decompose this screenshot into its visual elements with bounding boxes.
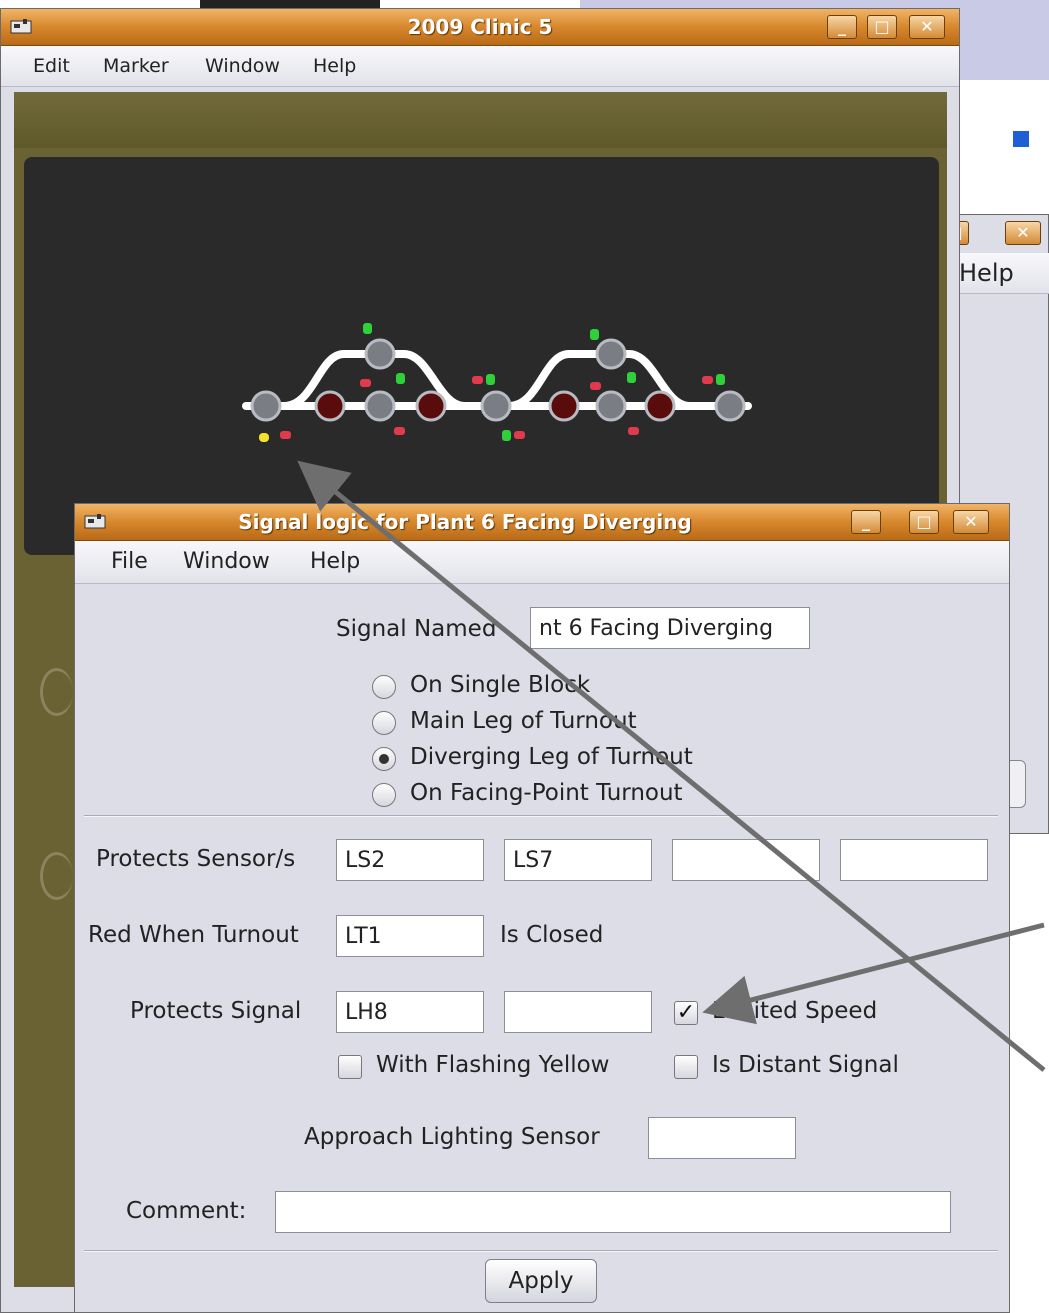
- annotation-arrow: [297, 460, 1046, 1072]
- annotation-overlay: [297, 460, 1046, 1072]
